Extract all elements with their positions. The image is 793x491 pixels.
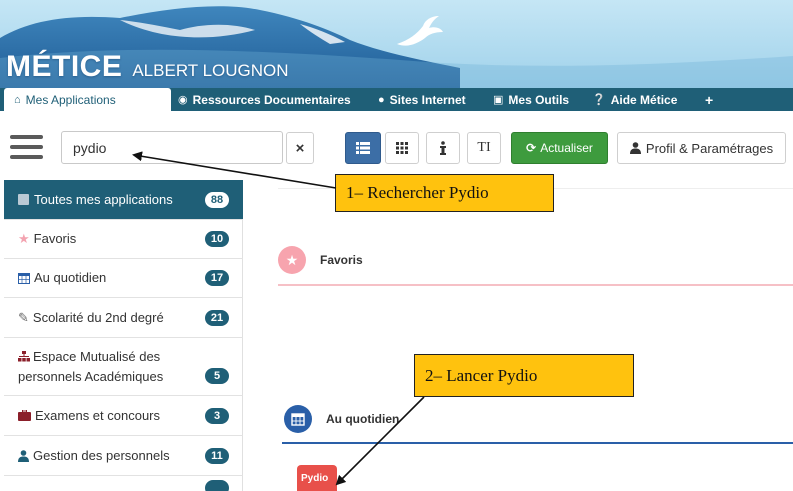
count-badge: 21 (205, 309, 229, 326)
tab-label: Aide Métice (610, 92, 678, 107)
edit-icon: ✎ (18, 309, 29, 325)
tab-aide-metice[interactable]: ❔ Aide Métice (592, 88, 677, 111)
brand: MÉTICE ALBERT LOUGNON (6, 50, 289, 84)
briefcase-icon (18, 410, 31, 421)
category-sidebar: Toutes mes applications 88 ★ Favoris 10 … (4, 180, 243, 491)
count-badge: 3 (205, 407, 229, 424)
list-icon (356, 142, 370, 154)
section-divider (282, 442, 793, 444)
section-header-au-quotidien: Au quotidien (284, 405, 399, 433)
sidebar-item-toutes-mes-applications[interactable]: Toutes mes applications 88 (4, 180, 243, 220)
profile-label: Profil & Paramétrages (645, 140, 774, 156)
hamburger-icon-bar (10, 135, 43, 139)
calendar-icon (18, 273, 30, 284)
count-badge: 17 (205, 270, 229, 286)
text-size-button[interactable]: TI (467, 132, 501, 164)
main-content: ★ Favoris Au quotidien Pydio (244, 180, 793, 491)
section-divider (278, 284, 793, 286)
search-input[interactable] (61, 131, 283, 164)
hamburger-icon-bar (10, 155, 43, 159)
info-button[interactable] (426, 132, 460, 164)
square-icon (18, 194, 29, 205)
list-view-button[interactable] (345, 132, 381, 164)
plus-icon: + (705, 91, 714, 108)
sidebar-item-gestion-personnels[interactable]: Gestion des personnels 11 (4, 436, 243, 476)
brand-school-name: ALBERT LOUGNON (132, 61, 289, 80)
tab-label: Mes Outils (508, 92, 570, 107)
sidebar-item-scolarite-2nd-degre[interactable]: ✎ Scolarité du 2nd degré 21 (4, 298, 243, 338)
callout-step-2: 2– Lancer Pydio (414, 354, 634, 397)
tab-label: Mes Applications (25, 93, 116, 107)
clear-search-button[interactable]: × (286, 132, 314, 164)
count-badge: 10 (205, 231, 229, 247)
calendar-icon (284, 405, 312, 433)
tab-ressources-documentaires[interactable]: ◉ Ressources Documentaires (178, 88, 351, 111)
star-icon: ★ (278, 246, 306, 274)
refresh-label: Actualiser (540, 141, 593, 155)
pydio-app-tile[interactable]: Pydio (297, 465, 337, 491)
sidebar-item-favoris[interactable]: ★ Favoris 10 (4, 220, 243, 259)
sidebar-item-espace-mutualise[interactable]: Espace Mutualisé des personnels Académiq… (4, 338, 243, 396)
refresh-icon: ⟳ (526, 141, 537, 155)
circle-target-icon: ◉ (178, 94, 188, 106)
sidebar-item-examens-concours[interactable]: Examens et concours 3 (4, 396, 243, 436)
grid-icon (396, 142, 408, 154)
user-icon (18, 449, 29, 462)
user-icon (629, 142, 641, 154)
sidebar-item-au-quotidien[interactable]: Au quotidien 17 (4, 259, 243, 298)
rss-icon: ▣ (493, 94, 504, 106)
header-banner: MÉTICE ALBERT LOUGNON (0, 0, 793, 90)
main-nav: ⌂ Mes Applications ◉ Ressources Document… (0, 88, 793, 112)
section-header-favoris: ★ Favoris (278, 246, 363, 274)
count-badge: 5 (205, 368, 229, 384)
swallow-bird-icon (397, 16, 443, 46)
profile-settings-button[interactable]: Profil & Paramétrages (617, 132, 786, 164)
tab-mes-applications[interactable]: ⌂ Mes Applications (4, 88, 171, 112)
globe-icon: ● (378, 93, 385, 106)
sidebar-item-text: Espace Mutualisé des personnels Académiq… (18, 348, 164, 384)
tab-label: Sites Internet (389, 92, 466, 107)
tab-mes-outils[interactable]: ▣ Mes Outils (493, 88, 569, 111)
sidebar-item-partial[interactable] (4, 476, 243, 491)
home-icon: ⌂ (14, 94, 21, 106)
callout-step-1: 1– Rechercher Pydio (335, 174, 554, 212)
question-circle-icon: ❔ (592, 94, 606, 106)
count-badge: 11 (205, 447, 229, 464)
tab-label: Ressources Documentaires (192, 92, 351, 107)
count-badge: 88 (205, 191, 229, 208)
star-icon: ★ (18, 231, 30, 246)
sitemap-icon (18, 350, 30, 361)
brand-name: MÉTICE (6, 50, 123, 83)
section-title: Favoris (320, 253, 363, 267)
section-title: Au quotidien (326, 412, 400, 426)
menu-toggle-button[interactable] (10, 135, 43, 163)
refresh-button[interactable]: ⟳ Actualiser (511, 132, 608, 164)
tab-sites-internet[interactable]: ● Sites Internet (378, 88, 466, 111)
info-icon (440, 141, 446, 155)
grid-view-button[interactable] (385, 132, 419, 164)
hamburger-icon-bar (10, 145, 43, 149)
tab-add-button[interactable]: + (705, 88, 713, 111)
count-badge (205, 480, 229, 491)
